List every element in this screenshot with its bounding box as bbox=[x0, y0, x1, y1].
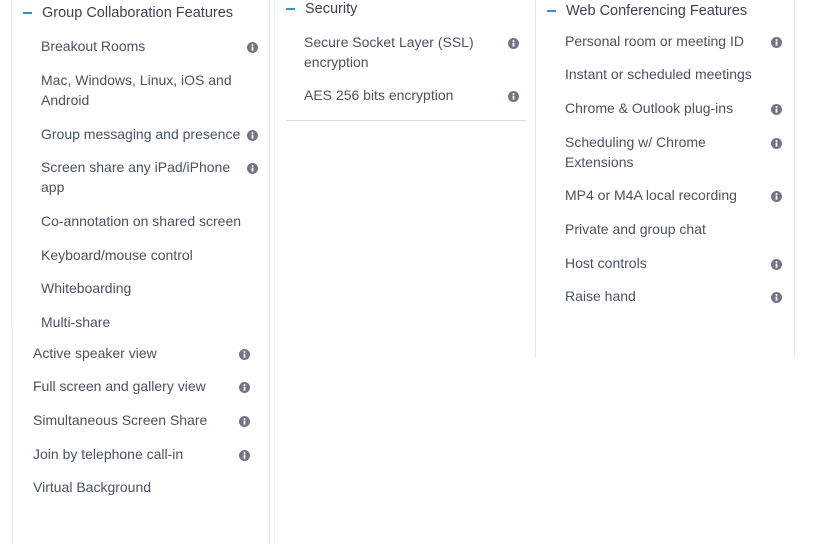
divider bbox=[11, 0, 12, 327]
divider bbox=[269, 0, 270, 544]
divider bbox=[12, 327, 13, 544]
divider bbox=[794, 0, 795, 358]
feature-item: Secure Socket Layer (SSL) encryption bbox=[304, 34, 474, 70]
info-icon[interactable] bbox=[247, 42, 258, 53]
info-icon[interactable] bbox=[771, 259, 782, 270]
feature-item: Active speaker view bbox=[33, 345, 157, 361]
info-icon[interactable] bbox=[771, 104, 782, 115]
web-conferencing-panel: Web Conferencing Features Personal room … bbox=[535, 0, 795, 358]
section-header-web-conferencing[interactable]: Web Conferencing Features bbox=[547, 3, 747, 19]
divider bbox=[286, 120, 526, 121]
feature-item: Scheduling w/ Chrome Extensions bbox=[565, 134, 706, 170]
feature-item: MP4 or M4A local recording bbox=[565, 187, 737, 203]
feature-item: Co-annotation on shared screen bbox=[41, 213, 242, 229]
info-icon[interactable] bbox=[239, 382, 250, 393]
info-icon[interactable] bbox=[771, 191, 782, 202]
feature-item: Whiteboarding bbox=[41, 280, 132, 296]
feature-item: Simultaneous Screen Share bbox=[33, 412, 208, 428]
security-panel: Security Secure Socket Layer (SSL) encry… bbox=[286, 0, 526, 121]
collapse-minus-icon[interactable] bbox=[547, 3, 566, 19]
feature-item: Virtual Background bbox=[33, 479, 152, 495]
info-icon[interactable] bbox=[239, 416, 250, 427]
feature-item: Breakout Rooms bbox=[41, 38, 146, 54]
group-collaboration-panel: Group Collaboration Features Breakout Ro… bbox=[11, 0, 275, 544]
feature-item: AES 256 bits encryption bbox=[304, 87, 454, 103]
feature-item: Instant or scheduled meetings bbox=[565, 66, 752, 82]
info-icon[interactable] bbox=[771, 138, 782, 149]
feature-item: Keyboard/mouse control bbox=[41, 247, 193, 263]
info-icon[interactable] bbox=[239, 349, 250, 360]
feature-item: Mac, Windows, Linux, iOS and Android bbox=[41, 72, 232, 108]
section-title: Web Conferencing Features bbox=[566, 3, 748, 19]
divider bbox=[535, 0, 536, 358]
feature-item: Join by telephone call-in bbox=[33, 446, 184, 462]
divider bbox=[274, 0, 275, 544]
info-icon[interactable] bbox=[508, 38, 519, 49]
feature-item: Chrome & Outlook plug-ins bbox=[565, 100, 734, 116]
feature-item: Group messaging and presence bbox=[41, 126, 241, 142]
info-icon[interactable] bbox=[508, 91, 519, 102]
info-icon[interactable] bbox=[771, 37, 782, 48]
section-title: Security bbox=[305, 1, 358, 17]
section-header-security[interactable]: Security bbox=[286, 1, 357, 17]
feature-item: Multi-share bbox=[41, 314, 111, 330]
collapse-minus-icon[interactable] bbox=[286, 1, 305, 17]
feature-item: Host controls bbox=[565, 255, 647, 271]
info-icon[interactable] bbox=[247, 163, 258, 174]
section-title: Group Collaboration Features bbox=[42, 5, 234, 21]
feature-item: Raise hand bbox=[565, 288, 636, 304]
info-icon[interactable] bbox=[771, 292, 782, 303]
section-header-group-collaboration[interactable]: Group Collaboration Features bbox=[23, 5, 233, 21]
feature-item: Private and group chat bbox=[565, 221, 706, 237]
feature-item: Personal room or meeting ID bbox=[565, 33, 744, 49]
feature-item: Screen share any iPad/iPhone app bbox=[41, 159, 231, 195]
feature-item: Full screen and gallery view bbox=[33, 378, 206, 394]
collapse-minus-icon[interactable] bbox=[23, 5, 42, 21]
info-icon[interactable] bbox=[247, 130, 258, 141]
info-icon[interactable] bbox=[239, 450, 250, 461]
